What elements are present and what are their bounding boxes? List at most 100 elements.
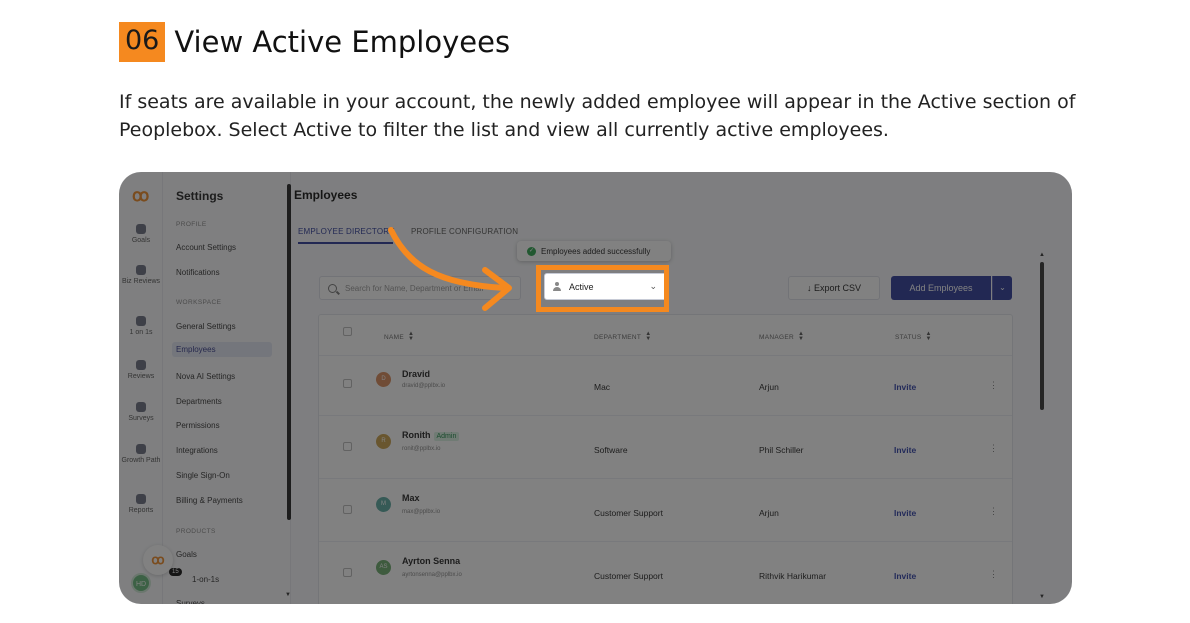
employee-manager: Rithvik Harikumar [759,571,827,581]
peoplebox-logo-icon[interactable]: ꝏ [132,186,149,206]
rail-item-reports[interactable]: Reports [119,494,163,515]
employee-name[interactable]: Dravid [402,369,430,379]
employee-department: Customer Support [594,571,663,581]
export-csv-button[interactable]: ↓ Export CSV [788,276,880,300]
row-checkbox[interactable] [343,505,352,514]
sprout-icon [136,444,146,454]
more-options-icon[interactable]: ⋮ [989,569,998,580]
status-invite-link[interactable]: Invite [894,382,916,392]
chat-notification-badge: 15 [169,568,182,576]
employee-department: Mac [594,382,611,392]
more-options-icon[interactable]: ⋮ [989,380,998,391]
trophy-icon [136,360,146,370]
add-employees-button[interactable]: Add Employees [891,276,991,300]
settings-title: Settings [176,189,224,203]
more-options-icon[interactable]: ⋮ [989,506,998,517]
add-employees-dropdown[interactable]: ⌄ [992,276,1012,300]
rail-item-biz-reviews[interactable]: Biz Reviews [119,265,163,286]
nav-1on1s[interactable]: 1-on-1s [172,572,272,587]
nav-employees[interactable]: Employees [172,342,272,357]
row-divider [319,478,1012,479]
rail-item-1on1s[interactable]: 1 on 1s [119,316,163,337]
section-workspace: WORKSPACE [176,299,222,306]
app-screenshot: ꝏ Goals Biz Reviews 1 on 1s Reviews Surv… [119,172,1072,604]
user-avatar[interactable]: HD [131,573,151,593]
main-scrollbar[interactable] [1040,262,1044,410]
admin-badge: Admin [433,432,460,441]
rail-item-goals[interactable]: Goals [119,224,163,245]
scroll-up-arrow-icon[interactable]: ▲ [1039,252,1045,258]
employee-email: ronit@pplbx.io [402,446,441,452]
employee-email: dravid@pplbx.io [402,383,446,389]
rail-item-surveys[interactable]: Surveys [119,402,163,423]
step-header: 06 View Active Employees [119,22,510,62]
nav-integrations[interactable]: Integrations [172,443,272,458]
employee-avatar: AS [376,560,391,575]
tab-profile-configuration[interactable]: PROFILE CONFIGURATION [411,227,518,236]
employee-name[interactable]: Max [402,493,420,503]
icon-rail: ꝏ Goals Biz Reviews 1 on 1s Reviews Surv… [119,172,163,604]
presentation-icon [136,265,146,275]
sort-icon: ▲ ▼ [407,331,415,342]
highlight-box [536,265,669,312]
nav-permissions[interactable]: Permissions [172,418,272,433]
row-checkbox[interactable] [343,442,352,451]
column-header-department[interactable]: DEPARTMENT ▲ ▼ [594,331,651,342]
survey-icon [136,402,146,412]
row-divider [319,355,1012,356]
chat-icon [136,316,146,326]
nav-nova-ai-settings[interactable]: Nova AI Settings [172,369,272,384]
nav-notifications[interactable]: Notifications [172,265,272,280]
settings-panel: Settings PROFILE Account Settings Notifi… [163,172,291,604]
rail-item-reviews[interactable]: Reviews [119,360,163,381]
employee-avatar: R [376,434,391,449]
success-toast: ✓ Employees added successfully [517,241,671,261]
nav-billing-payments[interactable]: Billing & Payments [172,493,272,508]
nav-account-settings[interactable]: Account Settings [172,240,272,255]
scroll-down-arrow-icon[interactable]: ▼ [1039,594,1045,600]
employee-name[interactable]: Ayrton Senna [402,556,460,566]
sort-icon: ▲ ▼ [797,331,805,342]
status-invite-link[interactable]: Invite [894,445,916,455]
nav-general-settings[interactable]: General Settings [172,319,272,334]
employee-manager: Arjun [759,508,779,518]
status-invite-link[interactable]: Invite [894,571,916,581]
search-input[interactable]: Search for Name, Department or Email [319,276,521,300]
column-header-status[interactable]: STATUS ▲ ▼ [895,331,932,342]
employee-email: max@pplbx.io [402,509,441,515]
search-icon [328,283,337,293]
more-options-icon[interactable]: ⋮ [989,443,998,454]
row-checkbox[interactable] [343,568,352,577]
tab-employee-directory[interactable]: EMPLOYEE DIRECTORY [298,227,395,236]
sort-icon: ▲ ▼ [925,331,932,342]
chevron-down-icon: ⌄ [999,283,1006,292]
target-icon [136,224,146,234]
tab-active-underline [298,242,393,244]
row-checkbox[interactable] [343,379,352,388]
column-header-name[interactable]: NAME ▲ ▼ [384,331,415,342]
row-divider [319,415,1012,416]
column-header-manager[interactable]: MANAGER ▲ ▼ [759,331,805,342]
step-description: If seats are available in your account, … [119,91,1076,141]
select-all-checkbox[interactable] [343,327,352,336]
section-products: PRODUCTS [176,528,216,535]
toast-message: Employees added successfully [541,246,651,256]
nav-surveys[interactable]: Surveys [172,596,272,604]
search-placeholder: Search for Name, Department or Email [345,283,484,293]
step-title: View Active Employees [174,25,511,59]
employee-manager: Phil Schiller [759,445,804,455]
rail-item-growth-path[interactable]: Growth Path [119,444,163,465]
nav-single-sign-on[interactable]: Single Sign-On [172,468,272,483]
employee-name[interactable]: Ronith Admin [402,430,460,441]
employee-table: NAME ▲ ▼ DEPARTMENT ▲ ▼ MANAGER ▲ ▼ STATUS ▲ ▼ D… [318,314,1013,604]
step-number: 06 [119,22,166,62]
employee-email: ayrtonsenna@pplbx.io [402,572,462,578]
nav-goals[interactable]: Goals [172,547,272,562]
report-icon [136,494,146,504]
download-arrow-icon: ↓ [806,283,812,293]
employee-manager: Arjun [759,382,779,392]
nav-departments[interactable]: Departments [172,394,272,409]
status-invite-link[interactable]: Invite [894,508,916,518]
section-profile: PROFILE [176,221,207,228]
main-content: Employees EMPLOYEE DIRECTORY PROFILE CON… [291,172,1072,604]
